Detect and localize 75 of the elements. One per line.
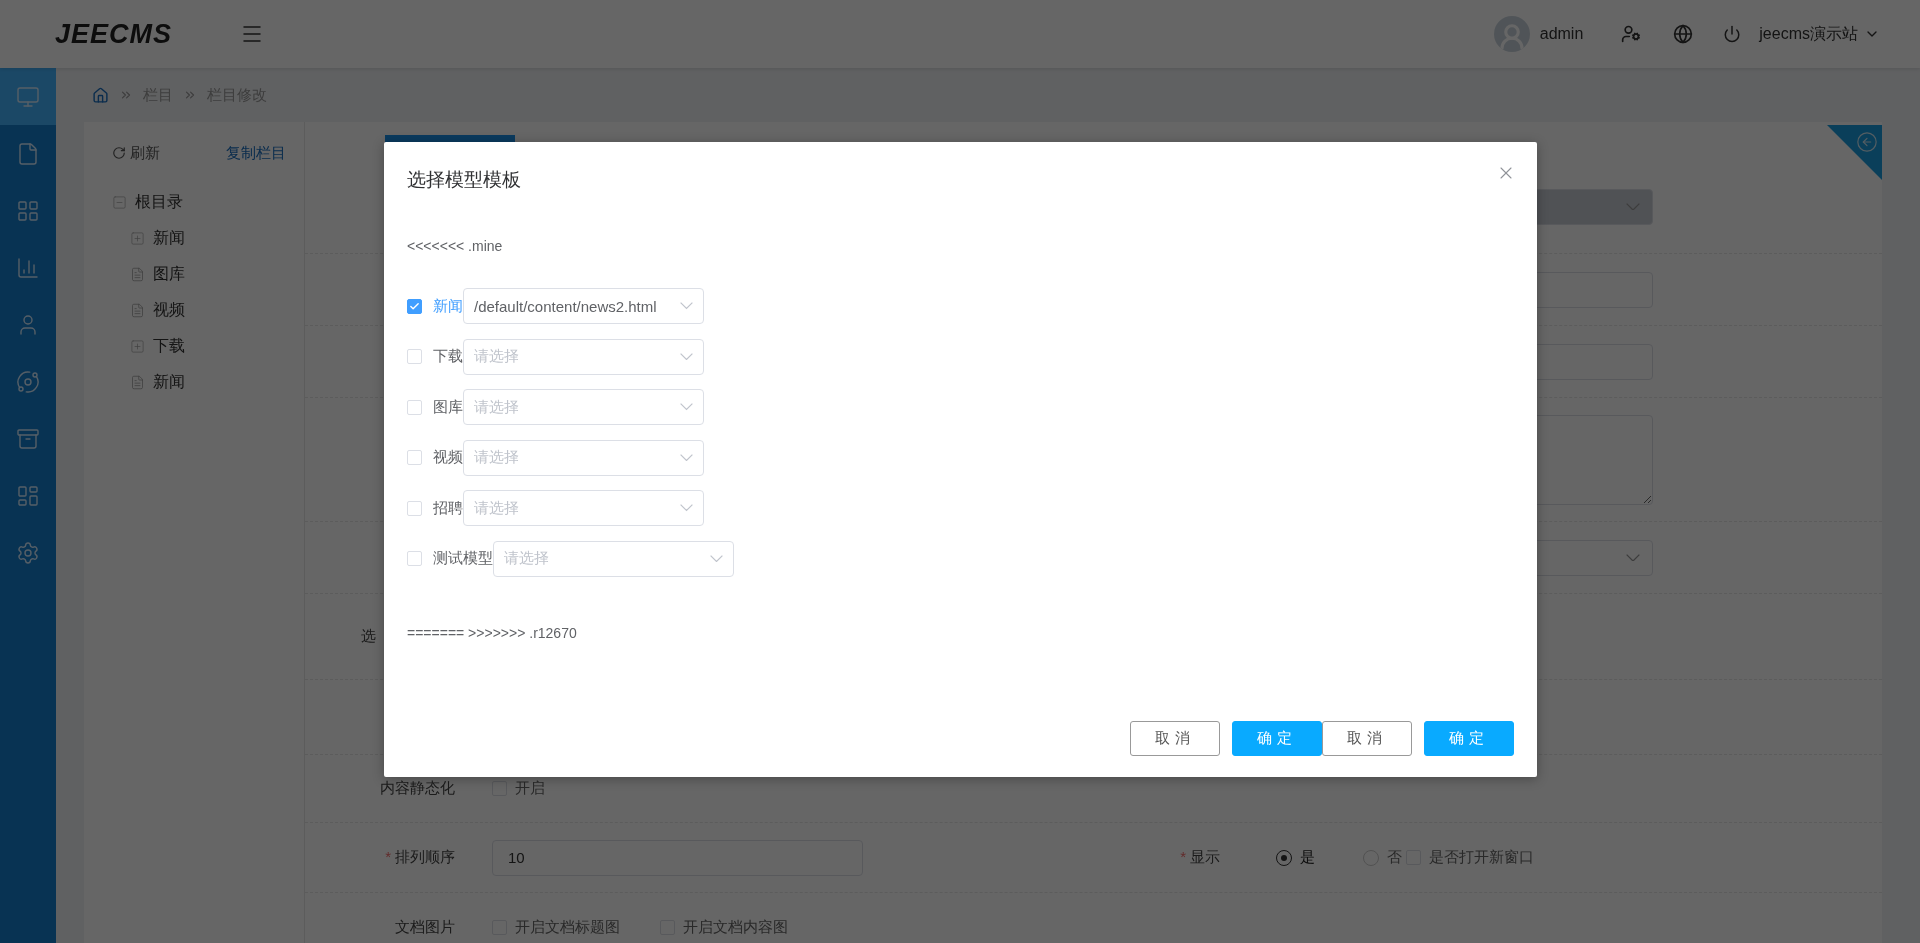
logo: JEECMS <box>55 18 173 50</box>
site-selector[interactable]: jeecms演示站 <box>1759 23 1858 45</box>
tree-item[interactable]: 新闻 <box>153 227 185 249</box>
chevrons-right-icon <box>183 88 197 102</box>
template-select[interactable]: /default/content/news2.html <box>463 288 704 324</box>
user-name[interactable]: admin <box>1539 25 1584 43</box>
cancel-button[interactable]: 取消 <box>1322 721 1412 756</box>
bar-chart-icon <box>16 255 40 280</box>
chevron-down-icon <box>1626 202 1640 211</box>
chevron-down-icon <box>680 352 693 361</box>
tree-item[interactable]: 根目录 <box>135 191 183 213</box>
confirm-button[interactable]: 确定 <box>1232 721 1322 756</box>
confirm-button[interactable]: 确定 <box>1424 721 1514 756</box>
template-select[interactable]: 请选择 <box>463 439 704 476</box>
expand-icon[interactable] <box>130 338 145 354</box>
cancel-button[interactable]: 取消 <box>1130 721 1220 756</box>
archive-icon <box>16 426 40 451</box>
model-label: 招聘 <box>433 498 463 518</box>
field-label: 选 <box>361 627 376 646</box>
dashboard-icon <box>16 483 40 508</box>
template-select[interactable]: 请选择 <box>463 490 704 526</box>
file-icon[interactable] <box>130 374 145 390</box>
refresh-icon <box>112 146 126 160</box>
orbit-icon <box>16 369 40 394</box>
tree-item[interactable]: 新闻 <box>153 371 185 393</box>
refresh-button[interactable]: 刷新 <box>112 143 160 163</box>
globe-icon[interactable] <box>1673 24 1694 44</box>
checkbox[interactable] <box>407 298 422 314</box>
chevron-down-icon <box>680 504 693 512</box>
grid-icon <box>16 198 40 223</box>
template-select[interactable]: 请选择 <box>463 389 704 425</box>
tree-item[interactable]: 视频 <box>153 299 185 321</box>
dialog-title: 选择模型模板 <box>407 168 521 192</box>
tree-item[interactable]: 下载 <box>153 335 185 357</box>
required-mark: * <box>1180 848 1186 867</box>
field-label: 文档图片 <box>395 918 455 937</box>
chevron-down-icon <box>710 554 723 563</box>
copy-link[interactable]: 复制栏目 <box>226 143 286 163</box>
settings-icon <box>16 540 40 565</box>
chevron-down-icon <box>680 403 693 411</box>
conflict-marker: <<<<<<< .mine <box>407 238 503 254</box>
checkbox[interactable]: 开启文档内容图 <box>660 918 788 937</box>
sidebar-item[interactable] <box>0 68 56 125</box>
chevron-down-icon <box>680 302 693 310</box>
home-icon[interactable] <box>92 86 109 104</box>
model-label: 图库 <box>433 397 463 417</box>
file-icon[interactable] <box>130 302 145 318</box>
radio-option[interactable]: 否 <box>1363 848 1402 867</box>
file-icon[interactable] <box>130 266 145 282</box>
model-label: 视频 <box>433 448 463 467</box>
template-select[interactable]: 请选择 <box>493 540 734 577</box>
file-icon <box>16 141 40 166</box>
model-label: 新闻 <box>433 296 463 316</box>
monitor-icon <box>16 84 40 109</box>
field-label: 内容静态化 <box>380 779 455 798</box>
conflict-marker: ======= >>>>>>> .r12670 <box>407 624 577 641</box>
checkbox[interactable]: 开启文档标题图 <box>492 918 620 937</box>
field-label: 显示 <box>1190 848 1220 867</box>
chevrons-right-icon <box>119 88 133 102</box>
user-settings-icon[interactable] <box>1621 24 1642 44</box>
order-input[interactable]: 10 <box>492 839 863 876</box>
collapse-icon[interactable] <box>112 194 127 210</box>
checkbox[interactable]: 开启 <box>492 779 545 798</box>
chevron-down-icon <box>1626 553 1640 562</box>
model-label: 下载 <box>433 347 463 366</box>
field-label: 排列顺序 <box>395 848 455 867</box>
expand-icon[interactable] <box>130 230 145 246</box>
radio-option[interactable]: 是 <box>1276 848 1315 867</box>
model-label: 测试模型 <box>433 549 493 568</box>
template-select[interactable]: 请选择 <box>463 338 704 375</box>
power-icon[interactable] <box>1723 25 1742 43</box>
check-icon <box>409 300 420 312</box>
tree-item[interactable]: 图库 <box>153 263 185 285</box>
required-mark: * <box>385 848 391 867</box>
chevron-down-icon <box>680 453 693 462</box>
